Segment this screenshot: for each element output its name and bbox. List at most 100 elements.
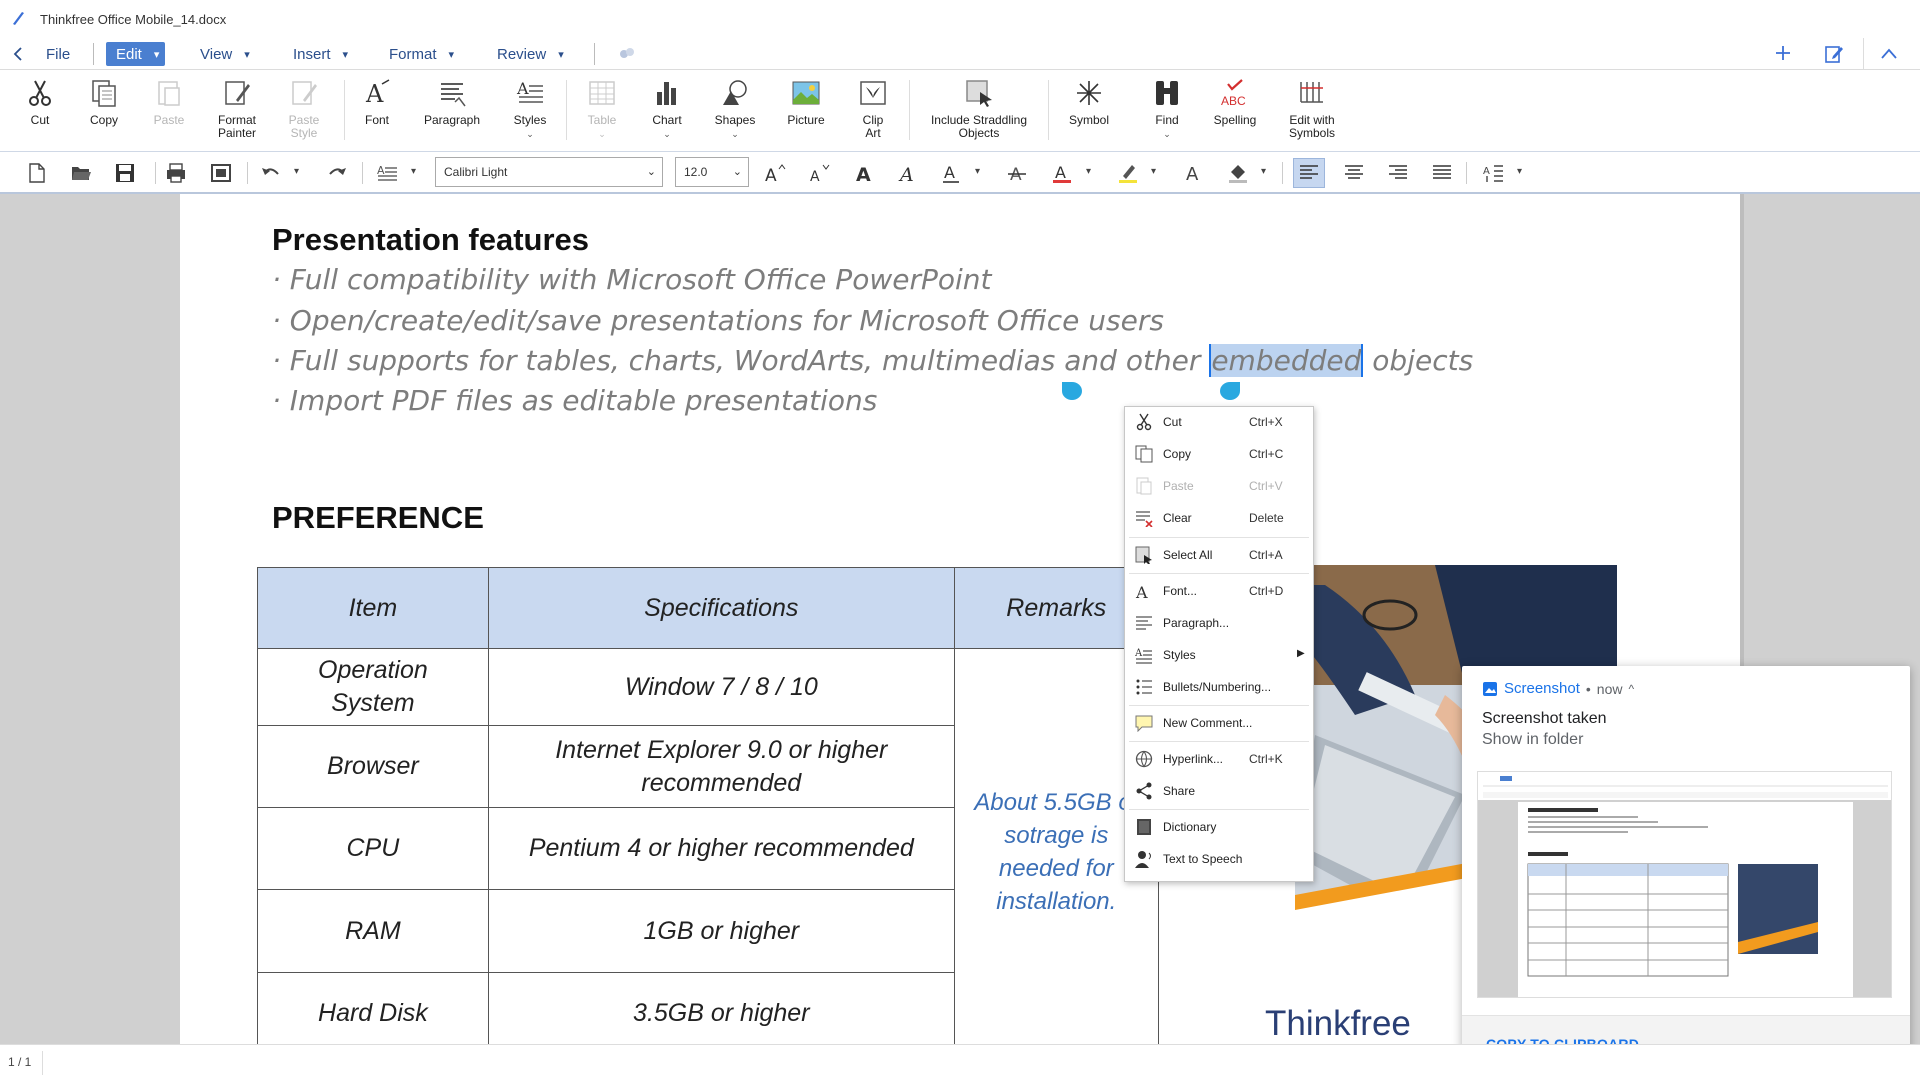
menu-format[interactable]: Format ▾ [389,42,454,66]
cut-button[interactable]: Cut [24,78,56,127]
align-right-button[interactable] [1385,160,1411,186]
align-center-button[interactable] [1341,160,1367,186]
edit-document-icon[interactable] [1824,44,1844,64]
font-size-select[interactable]: 12.0 ⌄ [675,157,749,187]
shading-dropdown-icon[interactable]: ▾ [1261,166,1266,177]
copy-button[interactable]: Copy [86,78,122,127]
strikethrough-button[interactable]: A [1004,160,1030,186]
highlight-dropdown-icon[interactable]: ▾ [1151,166,1156,177]
spelling-button[interactable]: ABC Spelling [1211,78,1259,127]
line-spacing-dropdown-icon[interactable]: ▾ [1517,166,1522,177]
svg-text:A: A [898,164,914,184]
table-header: Specifications [487,567,955,649]
ctx-hyperlink[interactable]: Hyperlink... Ctrl+K [1125,744,1313,774]
clip-art-button[interactable]: Clip Art [859,78,887,140]
ctx-paste[interactable]: Paste Ctrl+V [1125,471,1313,501]
ctx-cut[interactable]: Cut Ctrl+X [1125,407,1313,437]
chevron-down-icon: ▾ [244,48,250,61]
menu-edit[interactable]: Edit ▾ [106,42,166,66]
collaboration-icon[interactable] [618,45,636,63]
paragraph-icon [441,83,466,107]
font-button[interactable]: A Font [359,78,395,127]
line-spacing-button[interactable]: A [1481,160,1507,186]
ctx-clear[interactable]: Clear Delete [1125,503,1313,533]
ctx-text-to-speech[interactable]: Text to Speech [1125,844,1313,874]
chart-button[interactable]: Chart ⌄ [649,78,685,141]
paste-button[interactable]: Paste [151,78,187,127]
text-effect-button[interactable]: A [1180,160,1206,186]
bold-button[interactable]: A [851,160,877,186]
preference-table[interactable]: Item Specifications Remarks Operation Sy… [257,567,1159,1044]
folder-open-icon [72,167,91,180]
underline-dropdown-icon[interactable]: ▾ [975,166,980,177]
thinkfree-logo: Thinkfree [1265,1004,1411,1043]
font-icon: A [1135,583,1148,600]
globe-link-icon [1135,750,1153,768]
menu-view[interactable]: View ▾ [200,42,250,66]
edit-with-symbols-button[interactable]: Edit with Symbols [1282,78,1342,140]
ctx-new-comment[interactable]: New Comment... [1125,708,1313,738]
add-icon[interactable] [1774,44,1792,62]
open-button[interactable] [68,160,94,186]
collapse-ribbon-icon[interactable] [1880,46,1898,62]
increase-font-button[interactable]: A [762,160,788,186]
shading-button[interactable] [1225,160,1251,186]
selection-handle-start[interactable] [1062,382,1082,400]
redo-button[interactable] [324,160,350,186]
styles-button[interactable]: A Styles ⌄ [509,78,551,141]
find-button[interactable]: Find ⌄ [1152,78,1182,141]
decrease-font-button[interactable]: A [806,160,832,186]
save-button[interactable] [112,160,138,186]
svg-text:A: A [1055,163,1066,182]
ctx-bullets-numbering[interactable]: Bullets/Numbering... [1125,672,1313,702]
print-preview-button[interactable] [208,160,234,186]
notification-subtitle[interactable]: Show in folder [1482,731,1583,749]
paragraph-button[interactable]: Paragraph [422,78,482,127]
selection-handle-end[interactable] [1220,382,1240,400]
notification-dot: • [1585,680,1591,697]
highlight-button[interactable] [1115,160,1141,186]
align-left-button[interactable] [1293,158,1325,188]
font-name-select[interactable]: Calibri Light ⌄ [435,157,663,187]
ctx-paragraph[interactable]: Paragraph... [1125,608,1313,638]
style-dropdown-icon[interactable]: ▾ [411,166,416,177]
ctx-dictionary[interactable]: Dictionary [1125,812,1313,842]
heading-presentation-features: Presentation features [272,222,589,257]
undo-dropdown-icon[interactable]: ▾ [294,166,299,177]
undo-button[interactable] [258,160,284,186]
picture-button[interactable]: Picture [786,78,826,127]
table-button[interactable]: Table ⌄ [584,78,620,141]
dictionary-icon [1137,819,1151,835]
ctx-styles[interactable]: A Styles ▶ [1125,640,1313,670]
style-set-button[interactable]: A [374,160,400,186]
menu-insert[interactable]: Insert ▾ [293,42,348,66]
scissors-icon [1136,413,1152,431]
ctx-copy[interactable]: Copy Ctrl+C [1125,439,1313,469]
ctx-share[interactable]: Share [1125,776,1313,806]
include-straddling-objects-button[interactable]: Include Straddling Objects [925,78,1033,140]
new-document-button[interactable] [24,160,50,186]
shapes-button[interactable]: Shapes ⌄ [714,78,756,141]
justify-button[interactable] [1429,160,1455,186]
screenshot-notification[interactable]: Screenshot • now ^ Screenshot taken Show… [1462,666,1910,1074]
chevron-up-icon[interactable]: ^ [1628,682,1634,696]
underline-button[interactable]: A [938,160,964,186]
text-selection[interactable]: embedded [1209,344,1364,377]
screenshot-thumbnail[interactable] [1477,771,1892,998]
font-color-dropdown-icon[interactable]: ▾ [1086,166,1091,177]
ctx-font[interactable]: A Font... Ctrl+D [1125,576,1313,606]
format-painter-button[interactable]: Format Painter [211,78,263,140]
symbol-button[interactable]: Symbol [1068,78,1110,127]
print-button[interactable] [163,160,189,186]
paste-style-button[interactable]: Paste Style [281,78,327,140]
menu-file[interactable]: File [46,42,70,66]
menu-review[interactable]: Review ▾ [497,42,564,66]
italic-button[interactable]: A [895,160,921,186]
svg-text:ABC: ABC [1221,94,1246,108]
table-cell: Hard Disk [257,972,489,1044]
chevron-down-icon: ⌄ [526,129,534,139]
back-icon[interactable] [10,46,26,62]
ctx-select-all[interactable]: Select All Ctrl+A [1125,540,1313,570]
font-color-button[interactable]: A [1049,160,1075,186]
decrease-font-icon: A [810,164,830,184]
